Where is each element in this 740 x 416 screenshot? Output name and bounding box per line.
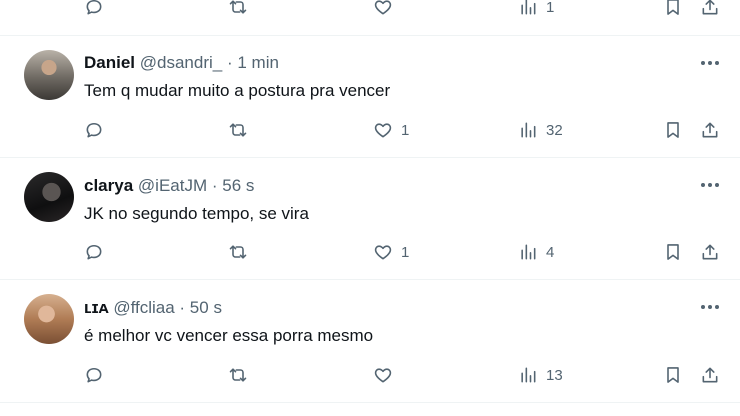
bookmark-icon (667, 0, 679, 15)
views-count: 13 (546, 366, 563, 384)
bookmark-icon (667, 244, 679, 260)
heart-icon (374, 245, 392, 260)
tweet-header: ʟɪᴀ @ffcliaa · 50 s (84, 298, 222, 318)
reply-button[interactable] (84, 241, 104, 263)
retweet-icon (229, 368, 247, 382)
like-button[interactable] (373, 364, 393, 386)
timestamp[interactable]: · 50 s (179, 298, 222, 317)
retweet-button[interactable] (228, 241, 248, 263)
share-button[interactable] (700, 0, 720, 18)
heart-icon (374, 123, 392, 138)
reply-button[interactable] (84, 364, 104, 386)
retweet-button[interactable] (228, 0, 248, 18)
retweet-icon (229, 0, 247, 14)
like-button[interactable] (373, 0, 393, 18)
share-icon (702, 122, 718, 138)
views-chart-icon (521, 367, 536, 383)
bookmark-button[interactable] (663, 0, 683, 18)
reply-button[interactable] (84, 0, 104, 18)
reply-button[interactable] (84, 119, 104, 141)
reply-icon (86, 0, 102, 15)
more-options-button[interactable] (700, 180, 720, 190)
timestamp[interactable]: · 1 min (227, 53, 279, 72)
display-name[interactable]: clarya (84, 176, 133, 195)
views-chart-icon (521, 122, 536, 138)
tweet-header: clarya @iEatJM · 56 s (84, 176, 254, 196)
views-chart-icon (521, 0, 536, 15)
tweet-text: Tem q mudar muito a postura pra vencer (84, 81, 391, 100)
avatar[interactable] (24, 50, 74, 100)
share-button[interactable] (700, 241, 720, 263)
divider (0, 402, 740, 403)
bookmark-icon (667, 367, 679, 383)
handle[interactable]: @ffcliaa (113, 298, 174, 317)
reply-icon (86, 367, 102, 383)
like-count: 1 (401, 243, 410, 261)
display-name[interactable]: ʟɪᴀ (84, 298, 109, 317)
bookmark-icon (667, 122, 679, 138)
heart-icon (374, 368, 392, 383)
bookmark-button[interactable] (663, 364, 683, 386)
divider (0, 279, 740, 280)
share-button[interactable] (700, 119, 720, 141)
tweet-header: Daniel @dsandri_ · 1 min (84, 53, 279, 73)
more-options-button[interactable] (700, 302, 720, 312)
like-button[interactable]: 1 (373, 119, 409, 141)
views-count: 32 (546, 121, 563, 139)
timestamp[interactable]: · 56 s (212, 176, 255, 195)
like-count: 1 (401, 121, 410, 139)
heart-icon (374, 0, 392, 15)
avatar[interactable] (24, 294, 74, 344)
share-button[interactable] (700, 364, 720, 386)
share-icon (702, 244, 718, 260)
views-button[interactable]: 1 (518, 0, 554, 18)
views-chart-icon (521, 244, 536, 260)
handle[interactable]: @iEatJM (138, 176, 207, 195)
avatar[interactable] (24, 172, 74, 222)
reply-icon (86, 122, 102, 138)
more-options-button[interactable] (700, 58, 720, 68)
divider (0, 157, 740, 158)
views-count: 1 (546, 0, 555, 16)
views-button[interactable]: 32 (518, 119, 563, 141)
retweet-button[interactable] (228, 119, 248, 141)
like-button[interactable]: 1 (373, 241, 409, 263)
views-button[interactable]: 13 (518, 364, 563, 386)
retweet-button[interactable] (228, 364, 248, 386)
handle[interactable]: @dsandri_ (140, 53, 222, 72)
bookmark-button[interactable] (663, 241, 683, 263)
divider (0, 35, 740, 36)
bookmark-button[interactable] (663, 119, 683, 141)
tweet-text: JK no segundo tempo, se vira (84, 204, 309, 223)
retweet-icon (229, 245, 247, 259)
retweet-icon (229, 123, 247, 137)
tweet-text: é melhor vc vencer essa porra mesmo (84, 326, 374, 345)
share-icon (702, 0, 718, 15)
reply-icon (86, 244, 102, 260)
views-count: 4 (546, 243, 555, 261)
views-button[interactable]: 4 (518, 241, 554, 263)
display-name[interactable]: Daniel (84, 53, 135, 72)
share-icon (702, 367, 718, 383)
